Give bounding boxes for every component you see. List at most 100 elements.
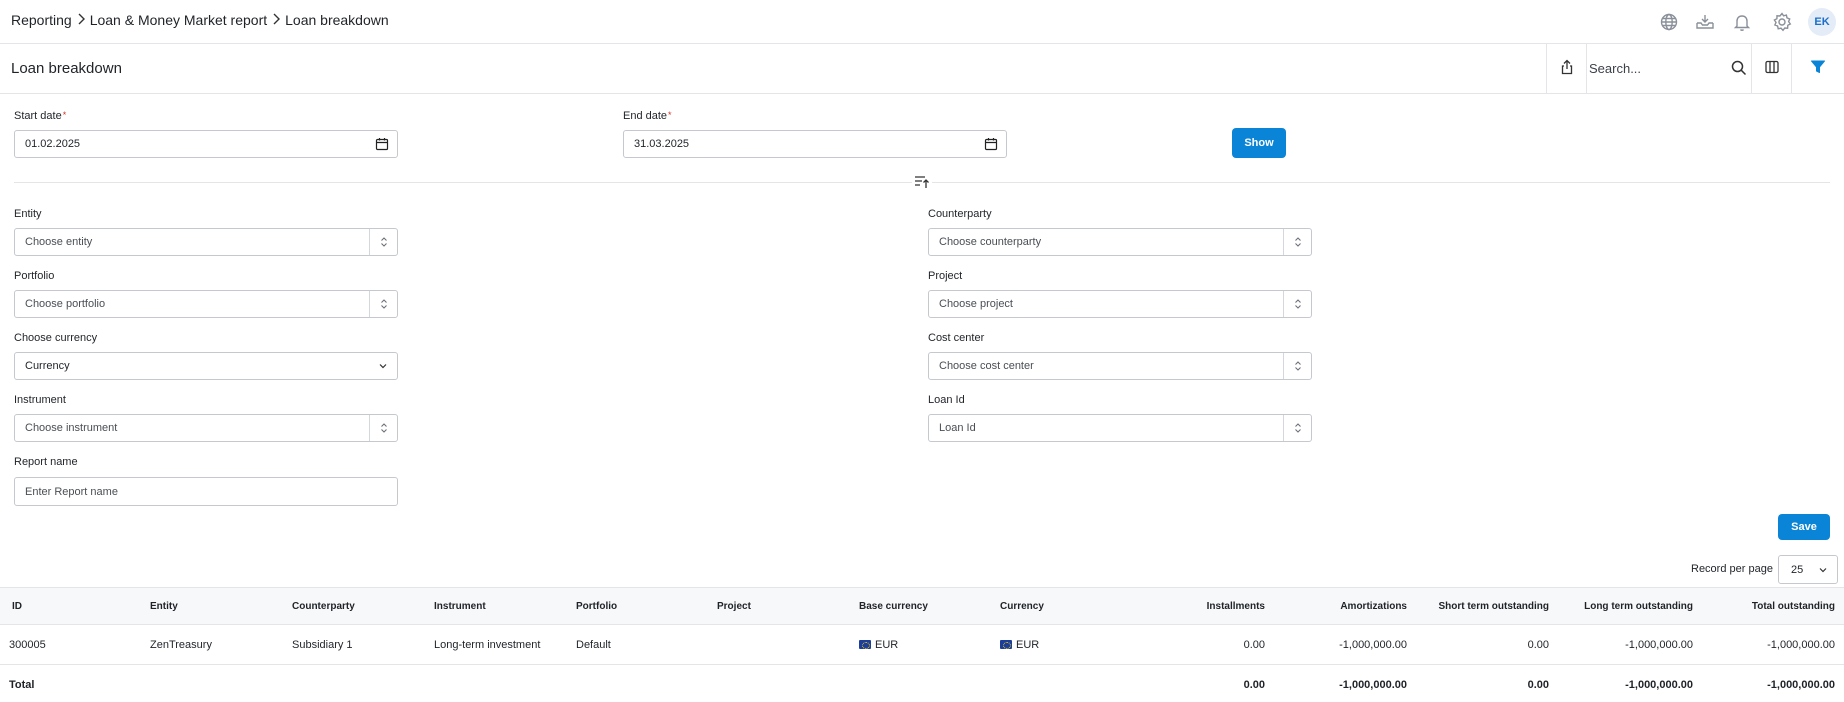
- end-date-label: End date*: [623, 110, 672, 122]
- records-per-page-select[interactable]: 25: [1778, 555, 1838, 584]
- cell-currency: EUR: [1000, 625, 1039, 664]
- project-label: Project: [928, 270, 963, 282]
- total-outstanding: -1,000,000.00: [1767, 679, 1835, 691]
- cost-center-select[interactable]: Choose cost center: [928, 352, 1312, 380]
- instrument-label: Instrument: [14, 394, 66, 406]
- report-name-placeholder: Enter Report name: [25, 486, 118, 498]
- required-asterisk: *: [668, 110, 672, 120]
- stepper-icon: [369, 291, 397, 317]
- stepper-icon: [1283, 353, 1311, 379]
- cell-counterparty: Subsidiary 1: [292, 638, 353, 651]
- portfolio-select[interactable]: Choose portfolio: [14, 290, 398, 318]
- total-amortizations: -1,000,000.00: [1339, 679, 1407, 691]
- download-tray-icon[interactable]: [1694, 11, 1716, 33]
- column-header[interactable]: Base currency: [859, 588, 928, 624]
- breadcrumb-item-loan-money-market[interactable]: Loan & Money Market report: [90, 12, 267, 28]
- page-title: Loan breakdown: [11, 60, 122, 77]
- column-header[interactable]: Entity: [150, 588, 178, 624]
- chevron-down-icon: [378, 361, 388, 371]
- avatar[interactable]: EK: [1808, 8, 1836, 36]
- breadcrumb-item-current: Loan breakdown: [285, 12, 389, 28]
- records-per-page-value: 25: [1791, 564, 1804, 576]
- loan-id-placeholder: Loan Id: [939, 422, 976, 434]
- table-row[interactable]: 300005 ZenTreasury Subsidiary 1 Long-ter…: [0, 625, 1844, 665]
- column-header[interactable]: ID: [12, 588, 22, 624]
- column-header[interactable]: Short term outstanding: [1409, 588, 1549, 624]
- column-header[interactable]: Currency: [1000, 588, 1044, 624]
- entity-label: Entity: [14, 208, 42, 220]
- stepper-icon: [1283, 291, 1311, 317]
- currency-value: Currency: [25, 360, 70, 372]
- entity-select[interactable]: Choose entity: [14, 228, 398, 256]
- share-icon: [1559, 59, 1575, 78]
- end-date-value: 31.03.2025: [634, 138, 690, 150]
- table-header: ID Entity Counterparty Instrument Portfo…: [0, 587, 1844, 625]
- share-button[interactable]: [1546, 44, 1586, 93]
- end-date-field[interactable]: 31.03.2025: [623, 130, 1007, 158]
- collapse-icon[interactable]: [912, 173, 932, 191]
- chevron-down-icon: [1818, 565, 1828, 575]
- report-name-input[interactable]: Enter Report name: [14, 477, 398, 506]
- project-select[interactable]: Choose project: [928, 290, 1312, 318]
- portfolio-placeholder: Choose portfolio: [25, 298, 106, 310]
- search-box: [1586, 44, 1751, 93]
- column-header[interactable]: Portfolio: [576, 588, 617, 624]
- eu-flag-icon: [1000, 640, 1012, 649]
- calendar-icon[interactable]: [375, 137, 389, 151]
- cell-instrument: Long-term investment: [434, 638, 541, 651]
- currency-label: Choose currency: [14, 332, 98, 344]
- currency-select[interactable]: Currency: [14, 352, 398, 380]
- chevron-right-icon: [267, 12, 285, 28]
- total-short-term: 0.00: [1527, 679, 1549, 691]
- instrument-placeholder: Choose instrument: [25, 422, 118, 434]
- top-bar: Reporting Loan & Money Market report Loa…: [0, 0, 1844, 44]
- counterparty-label: Counterparty: [928, 208, 992, 220]
- stepper-icon: [369, 229, 397, 255]
- filter-icon: [1810, 59, 1826, 78]
- start-date-field[interactable]: 01.02.2025: [14, 130, 398, 158]
- stepper-icon: [369, 415, 397, 441]
- calendar-icon[interactable]: [984, 137, 998, 151]
- stepper-icon: [1283, 229, 1311, 255]
- filter-button[interactable]: [1791, 44, 1844, 93]
- column-header[interactable]: Project: [717, 588, 751, 624]
- column-header[interactable]: Total outstanding: [1695, 588, 1835, 624]
- cell-total: -1,000,000.00: [1767, 638, 1835, 651]
- cell-short-term: 0.00: [1527, 638, 1549, 651]
- column-header[interactable]: Long term outstanding: [1551, 588, 1693, 624]
- report-name-label: Report name: [14, 456, 78, 468]
- counterparty-placeholder: Choose counterparty: [939, 236, 1042, 248]
- show-button[interactable]: Show: [1232, 128, 1286, 158]
- required-asterisk: *: [62, 110, 67, 120]
- start-date-label: Start date*: [14, 110, 66, 122]
- column-header[interactable]: Amortizations: [1287, 588, 1407, 624]
- search-icon[interactable]: [1730, 59, 1748, 77]
- cell-installments: 0.00: [1243, 638, 1265, 651]
- cost-center-placeholder: Choose cost center: [939, 360, 1034, 372]
- cost-center-label: Cost center: [928, 332, 985, 344]
- stepper-icon: [1283, 415, 1311, 441]
- instrument-select[interactable]: Choose instrument: [14, 414, 398, 442]
- column-header[interactable]: Installments: [1145, 588, 1265, 624]
- cell-portfolio: Default: [576, 638, 611, 651]
- gear-icon[interactable]: [1771, 11, 1793, 33]
- counterparty-select[interactable]: Choose counterparty: [928, 228, 1312, 256]
- column-header[interactable]: Counterparty: [292, 588, 355, 624]
- total-installments: 0.00: [1243, 679, 1265, 691]
- breadcrumb-item-reporting[interactable]: Reporting: [11, 12, 72, 28]
- search-input[interactable]: [1589, 56, 1719, 80]
- bell-icon[interactable]: [1731, 11, 1753, 33]
- table-totals-row: Total 0.00 -1,000,000.00 0.00 -1,000,000…: [0, 665, 1844, 702]
- cell-base-currency: EUR: [859, 625, 898, 664]
- cell-long-term: -1,000,000.00: [1625, 638, 1693, 651]
- project-placeholder: Choose project: [939, 298, 1013, 310]
- globe-icon[interactable]: [1658, 11, 1680, 33]
- chevron-right-icon: [72, 12, 90, 28]
- column-header[interactable]: Instrument: [434, 588, 486, 624]
- columns-button[interactable]: [1751, 44, 1791, 93]
- total-long-term: -1,000,000.00: [1625, 679, 1693, 691]
- base-currency-code: EUR: [875, 638, 899, 651]
- save-button[interactable]: Save: [1778, 514, 1830, 540]
- loan-id-select[interactable]: Loan Id: [928, 414, 1312, 442]
- end-date-label-text: End date: [623, 110, 668, 122]
